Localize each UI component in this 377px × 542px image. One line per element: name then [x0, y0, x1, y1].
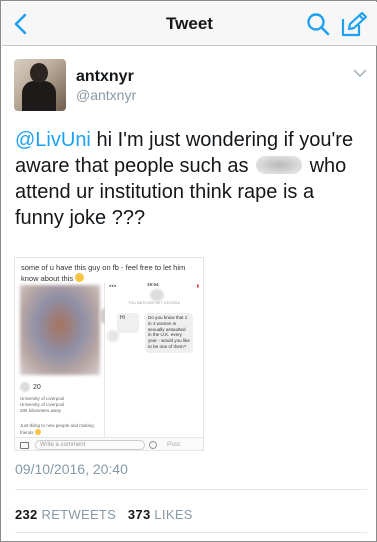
tweet-text: @LivUni hi I'm just wondering if you're …: [15, 127, 367, 231]
blurred-avatar: [107, 330, 119, 342]
chevron-down-icon[interactable]: [353, 68, 367, 78]
chat-bubble: Do you know that 1 in 4 women is sexuall…: [145, 313, 193, 353]
small-avatar: [20, 382, 30, 392]
chat-screenshot: ●●● 19:54 ▮ YOU MATCHED WIT 3/10/2016 Hi…: [105, 282, 203, 437]
tweet-timestamp: 09/10/2016, 20:40: [15, 461, 128, 477]
retweet-stat[interactable]: 232 RETWEETS: [15, 507, 116, 522]
display-name[interactable]: antxnyr: [76, 68, 134, 86]
profile-screenshot: 20 University of Liverpool University of…: [15, 282, 105, 450]
profile-age: 20: [33, 384, 41, 391]
comment-field: Write a comment: [35, 440, 145, 450]
mention-link[interactable]: @LivUni: [15, 129, 91, 151]
battery-icon: ▮: [196, 283, 199, 288]
compose-icon[interactable]: [340, 10, 368, 38]
tweet-image[interactable]: some of u have this guy on fb - feel fre…: [14, 257, 204, 451]
chat-header: YOU MATCHED WIT 3/10/2016: [128, 301, 180, 305]
like-count: 373: [127, 507, 151, 522]
camera-icon: [20, 442, 29, 449]
divider: [15, 489, 367, 490]
status-bar: ●●● 19:54 ▮: [105, 282, 203, 289]
profile-info: University of Liverpool University of Li…: [20, 396, 65, 413]
post-button: Post: [167, 441, 181, 448]
emoji-icon: [75, 273, 85, 282]
like-stat[interactable]: 373 LIKES: [128, 507, 193, 522]
avatar-figure-body: [22, 81, 56, 111]
user-handle[interactable]: @antxnyr: [76, 87, 136, 103]
retweet-count: 232: [15, 507, 38, 522]
like-label: LIKES: [154, 507, 193, 522]
emoji-icon: [34, 429, 41, 435]
blurred-name: [256, 156, 303, 174]
blurred-profile-photo: [20, 285, 100, 375]
profile-bio-text: Just tkiing to new people and making fri…: [20, 423, 94, 435]
image-caption: some of u have this guy on fb - feel fre…: [21, 263, 201, 284]
chat-avatar: [150, 289, 164, 301]
smile-icon: [149, 441, 157, 449]
search-icon[interactable]: [305, 11, 331, 37]
avatar-figure-head: [30, 63, 48, 83]
divider: [15, 532, 367, 533]
tweet-stats: 232 RETWEETS 373 LIKES: [15, 507, 193, 522]
status-time: 19:54: [147, 282, 159, 287]
profile-bio: Just tkiing to new people and making fri…: [20, 423, 102, 436]
signal-icon: ●●●: [109, 283, 117, 288]
tweet-screen: Tweet antxnyr @antxnyr @LivUni hi I'm ju…: [0, 0, 377, 542]
chat-bubble: Hi: [117, 313, 139, 333]
nav-bar: Tweet: [2, 2, 377, 46]
retweet-label: RETWEETS: [41, 507, 117, 522]
image-caption-text: some of u have this guy on fb - feel fre…: [21, 263, 186, 283]
avatar[interactable]: [14, 59, 66, 111]
comment-bar: Write a comment Post: [15, 437, 203, 450]
